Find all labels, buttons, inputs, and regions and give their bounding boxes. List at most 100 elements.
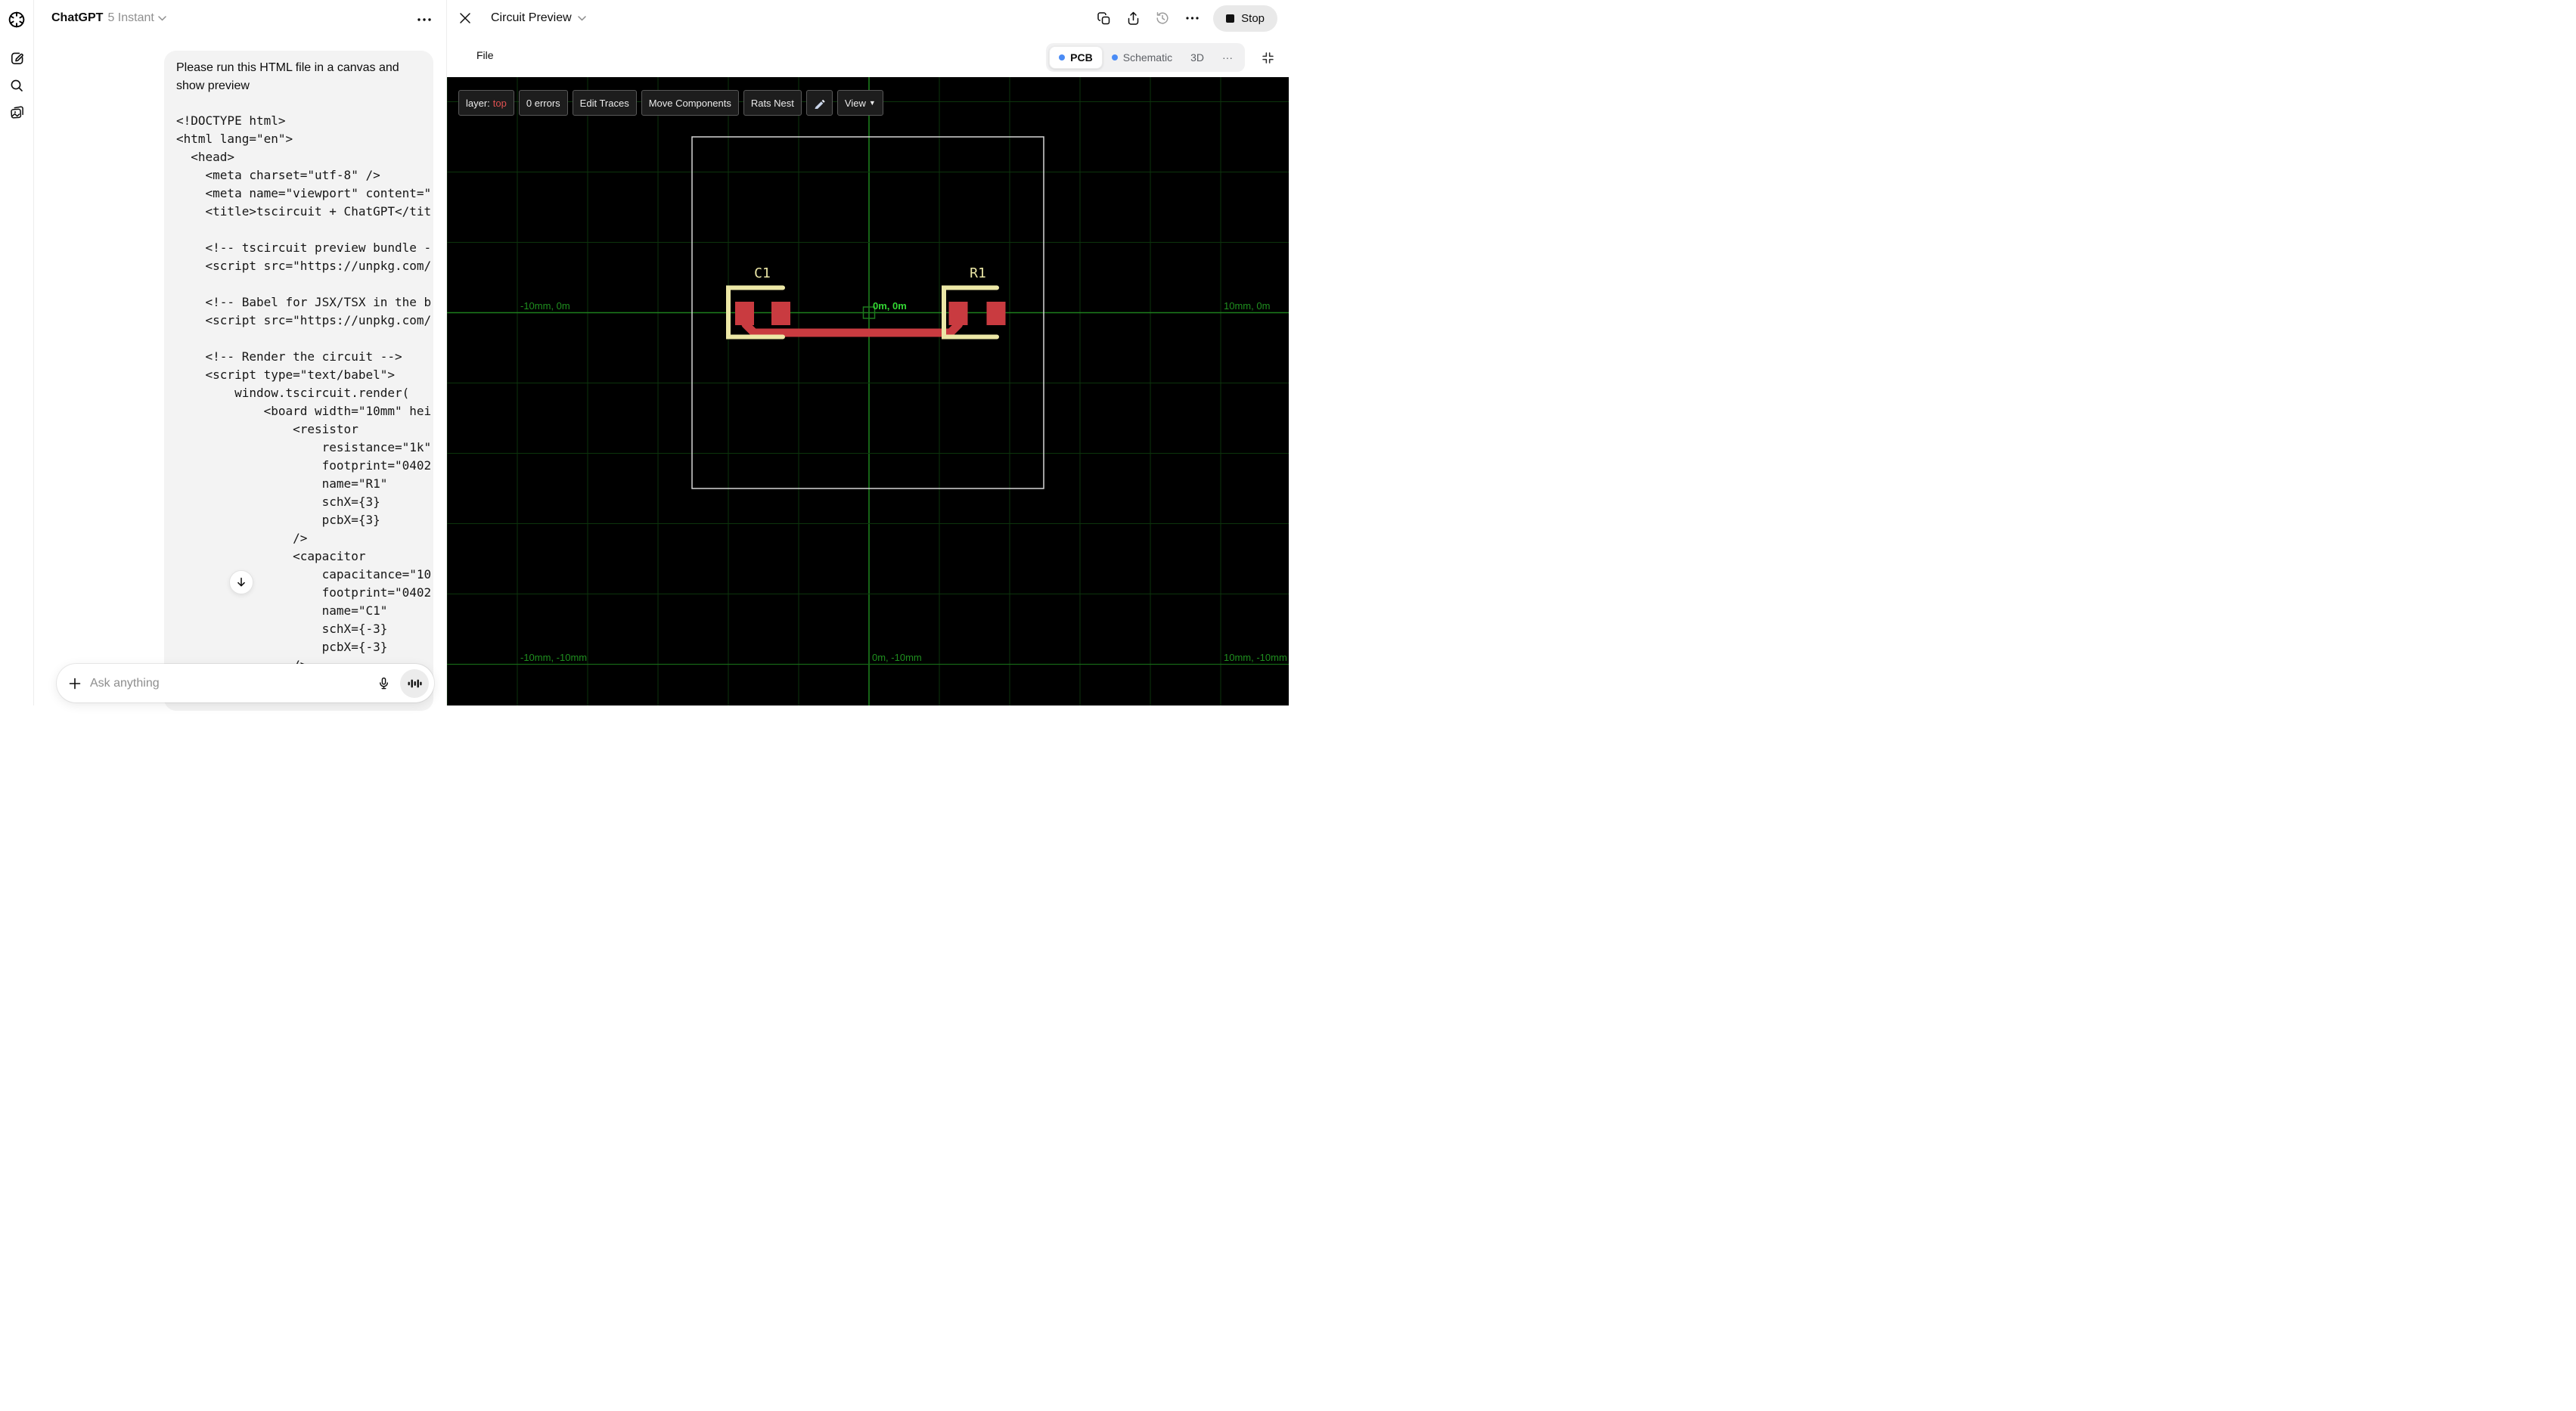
tab-schematic[interactable]: Schematic: [1103, 46, 1181, 69]
c1-pad-2[interactable]: [771, 302, 790, 325]
openai-logo[interactable]: [8, 11, 25, 28]
model-name[interactable]: 5 Instant: [107, 11, 154, 25]
code-line: name="C1": [176, 603, 388, 618]
view-label: View: [844, 97, 866, 109]
microphone-icon: [379, 677, 388, 690]
attach-button[interactable]: [67, 675, 83, 692]
r1-label[interactable]: R1: [970, 265, 986, 281]
pcb-toolbar: layer: top 0 errors Edit Traces Move Com…: [458, 90, 883, 116]
tab-pcb-label: PCB: [1070, 51, 1093, 64]
grid-label: 10mm, -10mm: [1224, 652, 1287, 663]
code-line: <resistor: [176, 422, 358, 436]
code-line: <head>: [176, 150, 235, 164]
chevron-down-icon: [158, 11, 166, 25]
copy-icon: [1097, 11, 1110, 24]
pcb-grid-layer: [447, 77, 1289, 706]
c1-label[interactable]: C1: [754, 265, 771, 281]
new-chat-icon: [11, 52, 23, 64]
code-line: schX={-3}: [176, 622, 388, 636]
copy-button[interactable]: [1095, 10, 1112, 26]
search-chats-button[interactable]: [8, 77, 25, 94]
r1-pad-1[interactable]: [948, 302, 968, 325]
grid-label: -10mm, -10mm: [520, 652, 587, 663]
pcb-status-dot: [1059, 54, 1066, 60]
close-icon: [460, 13, 470, 23]
share-button[interactable]: [1125, 10, 1141, 26]
canvas-title[interactable]: Circuit Preview: [491, 11, 572, 25]
code-line: schX={3}: [176, 495, 380, 509]
chevron-down-icon: [577, 11, 586, 25]
conversation-menu-button[interactable]: [415, 14, 433, 26]
history-icon: [1156, 12, 1169, 24]
search-icon: [11, 79, 23, 91]
file-menu[interactable]: File: [476, 49, 494, 61]
chat-panel: ChatGPT 5 Instant Please run this HTML f…: [34, 0, 446, 711]
new-chat-button[interactable]: [8, 50, 25, 67]
code-line: <!-- tscircuit preview bundle -: [176, 240, 432, 255]
grid-label: -10mm, 0m: [520, 300, 570, 312]
tabs-more-button[interactable]: ···: [1213, 46, 1242, 69]
scroll-to-bottom-button[interactable]: [228, 569, 253, 594]
history-button[interactable]: [1154, 10, 1171, 26]
move-components-label: Move Components: [648, 97, 731, 109]
exit-fullscreen-button[interactable]: [1259, 49, 1276, 66]
move-components-button[interactable]: Move Components: [641, 90, 739, 116]
code-line: <meta name="viewport" content=": [176, 186, 432, 200]
c1-pad-1[interactable]: [735, 302, 754, 325]
code-line: window.tscircuit.render(: [176, 386, 410, 400]
collapse-icon: [1262, 51, 1274, 64]
view-mode-tabs: PCB Schematic 3D ···: [1046, 43, 1245, 72]
arrow-down-icon: [237, 577, 245, 587]
layer-value: top: [492, 97, 507, 109]
draw-tool-button[interactable]: [805, 90, 833, 116]
canvas-subheader: File PCB Schematic 3D ···: [447, 36, 1288, 77]
ellipsis-icon: [1186, 17, 1199, 20]
rats-nest-button[interactable]: Rats Nest: [743, 90, 802, 116]
plus-icon: [69, 678, 81, 689]
library-icon: [10, 106, 23, 119]
message-line: show preview: [176, 79, 250, 92]
ellipsis-icon: [417, 18, 431, 21]
code-block: <!DOCTYPE html> <html lang="en"> <head> <…: [176, 112, 433, 674]
code-line: <meta charset="utf-8" />: [176, 168, 380, 182]
edit-traces-button[interactable]: Edit Traces: [572, 90, 637, 116]
library-button[interactable]: [8, 104, 25, 120]
errors-button[interactable]: 0 errors: [518, 90, 568, 116]
tab-3d[interactable]: 3D: [1181, 46, 1213, 69]
composer: [57, 664, 434, 702]
voice-mode-button[interactable]: [400, 668, 429, 698]
close-canvas-button[interactable]: [456, 9, 474, 27]
errors-label: 0 errors: [526, 97, 560, 109]
edit-traces-label: Edit Traces: [579, 97, 629, 109]
message-line: Please run this HTML file in a canvas an…: [176, 61, 399, 74]
code-line: footprint="0402: [176, 585, 432, 600]
stop-button[interactable]: Stop: [1213, 5, 1277, 32]
code-line: <!-- Render the circuit -->: [176, 349, 402, 364]
code-line: <script type="text/babel">: [176, 367, 395, 382]
chat-title: ChatGPT: [51, 11, 104, 24]
pencil-icon: [815, 99, 825, 109]
code-line: resistance="1k": [176, 440, 432, 454]
code-line: pcbX={3}: [176, 513, 380, 527]
code-line: <title>tscircuit + ChatGPT</tit: [176, 204, 432, 219]
code-line: <board width="10mm" hei: [176, 404, 432, 418]
dictate-button[interactable]: [374, 674, 393, 693]
layer-label: layer:: [466, 97, 490, 109]
message-input[interactable]: [90, 676, 374, 690]
tab-schematic-label: Schematic: [1122, 51, 1173, 64]
pcb-canvas[interactable]: C1 R1 0m, 0m -10mm, 0m 10mm, 0m -10mm, -…: [447, 77, 1289, 706]
canvas-menu-button[interactable]: [1184, 10, 1200, 26]
code-line: />: [176, 531, 308, 545]
code-line: pcbX={-3}: [176, 640, 388, 654]
canvas-actions: Stop: [1095, 0, 1277, 36]
tab-pcb[interactable]: PCB: [1049, 46, 1103, 69]
layer-button[interactable]: layer: top: [458, 90, 514, 116]
r1-pad-2[interactable]: [986, 302, 1006, 325]
view-menu-button[interactable]: View ▼: [836, 90, 883, 116]
schematic-status-dot: [1111, 54, 1118, 60]
user-message-text: Please run this HTML file in a canvas an…: [164, 51, 433, 95]
grid-label: 0m, -10mm: [872, 652, 922, 663]
code-line: capacitance="10: [176, 567, 432, 581]
